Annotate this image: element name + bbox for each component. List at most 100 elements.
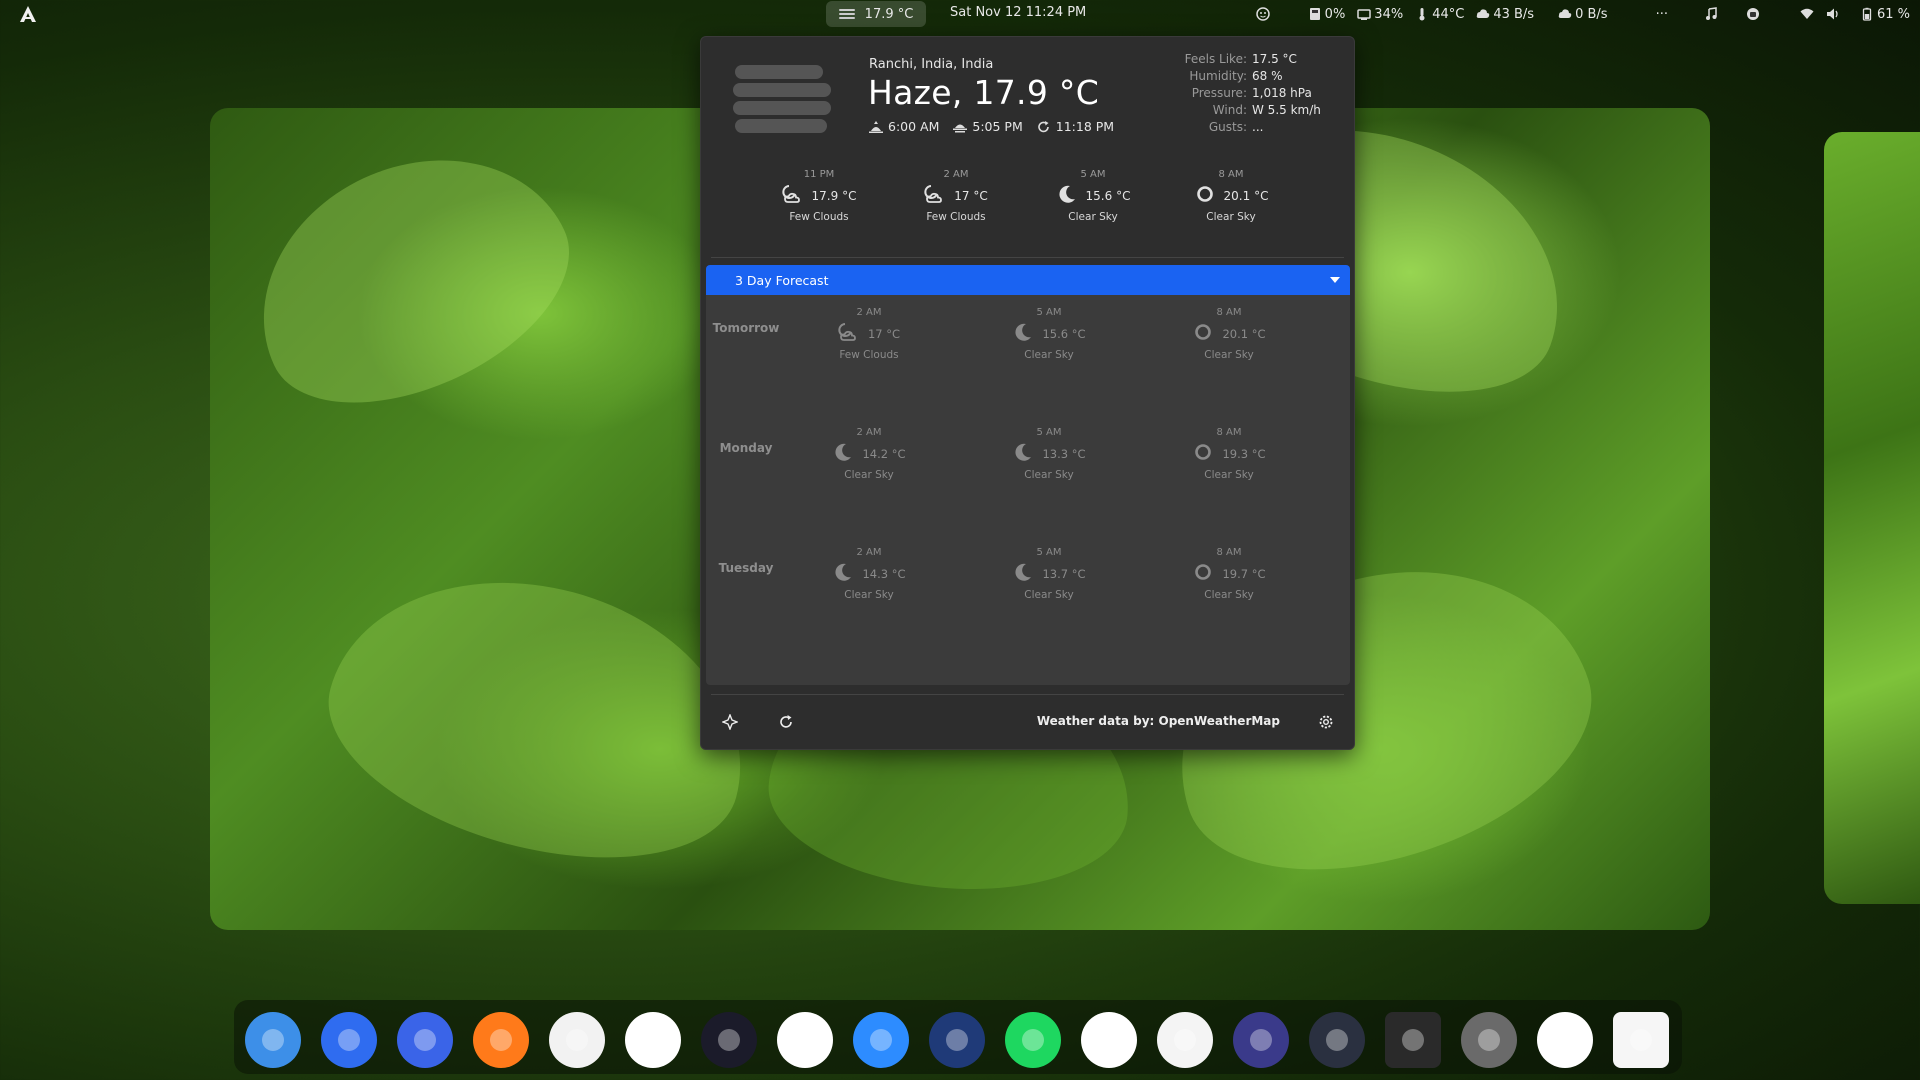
mixer-app-icon[interactable] bbox=[1385, 1012, 1441, 1068]
calculator-icon[interactable] bbox=[1157, 1012, 1213, 1068]
upload-speed: 43 B/s bbox=[1493, 6, 1535, 22]
temperature-monitor[interactable]: 44°C bbox=[1415, 7, 1464, 22]
refresh-icon bbox=[780, 715, 792, 728]
clock[interactable]: Sat Nov 12 11:24 PM bbox=[950, 5, 1086, 20]
teams-icon[interactable] bbox=[777, 1012, 833, 1068]
forecast-time: 5 AM bbox=[1036, 427, 1062, 438]
waveform-app-icon[interactable] bbox=[1233, 1012, 1289, 1068]
download-monitor[interactable]: 0 B/s bbox=[1558, 7, 1608, 22]
detail-value: 1,018 hPa bbox=[1252, 86, 1312, 100]
forecast-day: Monday 2 AM 14.2 °C Clear Sky 5 AM 13.3 … bbox=[706, 427, 1350, 537]
sunset: 5:05 PM bbox=[953, 119, 1023, 134]
moon-icon bbox=[832, 561, 854, 587]
sun-icon bbox=[1192, 441, 1214, 467]
sunset-time: 5:05 PM bbox=[972, 119, 1023, 134]
forecast-time: 2 AM bbox=[856, 307, 882, 318]
layers-app-icon[interactable] bbox=[625, 1012, 681, 1068]
forecast-temp: 14.3 °C bbox=[862, 567, 906, 581]
detail-row: Pressure: 1,018 hPa bbox=[1141, 85, 1321, 102]
coffee-indicator[interactable] bbox=[1746, 7, 1760, 21]
divider bbox=[711, 257, 1344, 258]
forecast-desc: Clear Sky bbox=[1204, 589, 1254, 601]
forecast-expander[interactable]: 3 Day Forecast bbox=[706, 265, 1350, 295]
moon-icon bbox=[832, 441, 854, 467]
disk-usage: 0% bbox=[1324, 6, 1346, 22]
emoji-indicator[interactable] bbox=[1255, 7, 1270, 21]
white-circle-app-icon[interactable] bbox=[549, 1012, 605, 1068]
hourly-desc: Clear Sky bbox=[1068, 211, 1118, 223]
upload-monitor[interactable]: 43 B/s bbox=[1476, 7, 1534, 22]
cloud-download-icon bbox=[1558, 9, 1572, 18]
sunset-icon bbox=[953, 124, 968, 132]
top-panel: 17.9 °C Sat Nov 12 11:24 PM 0% 34% 44°C … bbox=[0, 0, 1920, 28]
spotify-icon[interactable] bbox=[1005, 1012, 1061, 1068]
updated-time: 11:18 PM bbox=[1055, 119, 1115, 134]
cpu-usage: 34% bbox=[1374, 6, 1404, 22]
moon-icon bbox=[1012, 561, 1034, 587]
detail-row: Humidity: 68 % bbox=[1141, 68, 1321, 85]
caret-down-icon bbox=[1330, 277, 1340, 283]
detail-value: ... bbox=[1252, 120, 1264, 134]
firefox-icon[interactable] bbox=[473, 1012, 529, 1068]
forecast-panel[interactable]: Tomorrow 2 AM 17 °C Few Clouds 5 AM 15.6… bbox=[706, 295, 1350, 685]
moon-icon bbox=[1012, 441, 1034, 467]
detail-row: Feels Like: 17.5 °C bbox=[1141, 51, 1321, 68]
forecast-temp: 19.7 °C bbox=[1222, 567, 1266, 581]
forecast-temp: 19.3 °C bbox=[1222, 447, 1266, 461]
disk-app-icon[interactable] bbox=[1461, 1012, 1517, 1068]
forecast-day-name: Tomorrow bbox=[712, 321, 780, 335]
battery-indicator[interactable]: 61 % bbox=[1860, 7, 1910, 22]
cpu-icon bbox=[1357, 9, 1372, 20]
detail-label: Feels Like: bbox=[1184, 52, 1247, 66]
forecast-time: 2 AM bbox=[856, 547, 882, 558]
settings-button[interactable] bbox=[1315, 711, 1337, 733]
forecast-temp: 20.1 °C bbox=[1222, 327, 1266, 341]
blue-smile-app-icon[interactable] bbox=[321, 1012, 377, 1068]
forecast-header-label: 3 Day Forecast bbox=[735, 272, 829, 288]
location-button[interactable] bbox=[719, 711, 741, 733]
pixel-checker-app-icon[interactable] bbox=[929, 1012, 985, 1068]
sunrise-time: 6:00 AM bbox=[888, 119, 940, 134]
gauge-app-icon[interactable] bbox=[1309, 1012, 1365, 1068]
detail-label: Pressure: bbox=[1191, 86, 1247, 100]
forecast-slot: 2 AM 14.3 °C Clear Sky bbox=[794, 547, 944, 601]
refresh-button[interactable] bbox=[775, 711, 797, 733]
hourly-item: 2 AM 17 °C Few Clouds bbox=[886, 169, 1026, 223]
forecast-slot: 5 AM 13.7 °C Clear Sky bbox=[974, 547, 1124, 601]
activities-logo-icon[interactable] bbox=[18, 4, 38, 24]
forecast-day-name: Tuesday bbox=[718, 561, 774, 575]
sunrise: 6:00 AM bbox=[869, 119, 939, 134]
moon-icon bbox=[1056, 183, 1078, 209]
detail-label: Gusts: bbox=[1208, 120, 1247, 134]
inkscape-icon[interactable] bbox=[1081, 1012, 1137, 1068]
dark-swoosh-app-icon[interactable] bbox=[701, 1012, 757, 1068]
sun-icon bbox=[1194, 183, 1216, 209]
disk-monitor[interactable]: 0% bbox=[1308, 6, 1346, 22]
weather-indicator[interactable]: 17.9 °C bbox=[826, 1, 926, 27]
hourly-temp: 17 °C bbox=[954, 189, 988, 203]
more-indicator[interactable]: ··· bbox=[1656, 7, 1668, 22]
wifi-indicator[interactable] bbox=[1800, 7, 1814, 21]
emoji-icon bbox=[1255, 7, 1270, 21]
music-note-icon bbox=[1705, 7, 1717, 20]
toggle-app-icon[interactable] bbox=[245, 1012, 301, 1068]
hourly-time: 8 AM bbox=[1218, 169, 1244, 180]
hourly-time: 2 AM bbox=[943, 169, 969, 180]
forecast-desc: Clear Sky bbox=[1024, 589, 1074, 601]
haze-icon bbox=[838, 9, 855, 19]
files-app-icon[interactable] bbox=[397, 1012, 453, 1068]
zoom-icon[interactable] bbox=[853, 1012, 909, 1068]
locate-icon bbox=[722, 714, 738, 730]
forecast-day: Tomorrow 2 AM 17 °C Few Clouds 5 AM 15.6… bbox=[706, 307, 1350, 417]
record-app-icon[interactable] bbox=[1537, 1012, 1593, 1068]
volume-indicator[interactable] bbox=[1826, 7, 1840, 21]
forecast-slot: 2 AM 17 °C Few Clouds bbox=[794, 307, 944, 361]
weather-popup: Ranchi, India, India Haze, 17.9 °C 6:00 … bbox=[700, 36, 1355, 750]
hourly-forecast: 11 PM 17.9 °C Few Clouds 2 AM 17 °C Few … bbox=[701, 169, 1356, 229]
music-indicator[interactable] bbox=[1704, 7, 1718, 21]
workspace-thumbnail-next[interactable] bbox=[1824, 132, 1920, 904]
sunrise-icon bbox=[869, 120, 883, 133]
forecast-day: Tuesday 2 AM 14.3 °C Clear Sky 5 AM 13.7… bbox=[706, 547, 1350, 657]
cpu-monitor[interactable]: 34% bbox=[1357, 7, 1403, 22]
trash-icon[interactable] bbox=[1613, 1012, 1669, 1068]
